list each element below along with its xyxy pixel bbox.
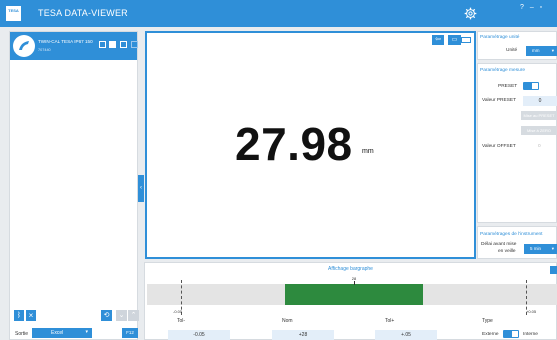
gear-icon[interactable]	[464, 7, 477, 20]
type-external-label: Externe	[482, 332, 499, 337]
type-label: Type	[482, 318, 493, 324]
bargraph-fill	[285, 284, 423, 305]
nom-label: Nom	[282, 318, 293, 324]
offset-label: Valeur OFFSET	[482, 144, 516, 149]
device-edit-icon[interactable]	[99, 41, 106, 48]
output-label: Sortie	[15, 331, 29, 337]
app-logo: TESA	[6, 6, 21, 21]
window-mode-icon[interactable]: ▭	[448, 35, 461, 45]
exit-fullscreen-icon[interactable]: ⇦	[432, 35, 444, 45]
output-format-value: Excel	[51, 330, 64, 336]
tol-plus-mark: +0.05	[526, 309, 537, 314]
set-preset-button[interactable]: Mise au PRESET	[521, 111, 557, 120]
chevron-down-icon[interactable]: ⌄	[116, 310, 127, 321]
chevron-down-icon: ▾	[85, 329, 88, 335]
measure-section-title: Paramétrage mesure	[480, 68, 526, 73]
bargraph-expand-tab[interactable]	[550, 266, 557, 274]
type-internal-label: Interne	[523, 332, 538, 337]
tol-minus-label: Tol-	[177, 318, 186, 324]
unit-section-title: Paramétrage unité	[480, 35, 520, 40]
chevron-down-icon: ▾	[551, 48, 554, 53]
sleep-delay-value: 5 min	[530, 246, 542, 251]
bluetooth-icon[interactable]: ᛒ	[14, 310, 24, 321]
unit-select-value: mm	[532, 48, 540, 53]
preset-toggle[interactable]	[523, 82, 539, 90]
device-remove-icon[interactable]	[131, 41, 138, 48]
measurement-value: 27.98	[235, 118, 353, 170]
collapse-panel-tab[interactable]: ‹	[138, 175, 144, 202]
unit-select[interactable]: mm ▾	[526, 46, 557, 56]
type-toggle[interactable]	[503, 330, 519, 338]
app-title: TESA DATA-VIEWER	[38, 8, 128, 18]
bargraph-title: Affichage bargraphe	[328, 266, 373, 272]
unit-label: Unité	[506, 48, 518, 53]
device-serial: 707440	[38, 48, 51, 52]
output-format-select[interactable]: Excel ▾	[32, 328, 92, 338]
sleep-label-line2: en veille	[498, 249, 516, 254]
bargraph-value-marker	[354, 281, 355, 285]
close-icon[interactable]: ×	[26, 310, 36, 321]
tol-plus-label: Tol+	[385, 318, 395, 324]
device-name: TWIN-CAL TESA IP67 150	[38, 39, 93, 44]
tol-plus-input[interactable]: +.05	[375, 330, 437, 340]
window-controls[interactable]: ? – ▫	[520, 4, 544, 11]
device-list-panel	[9, 31, 138, 340]
preset-label: PRESET	[498, 84, 518, 89]
preset-value-label: Valeur PRESET	[482, 98, 517, 103]
sleep-label-line1: Délai avant mise	[481, 242, 517, 247]
chevron-down-icon: ▾	[551, 246, 554, 251]
display-toggle[interactable]	[461, 37, 471, 43]
tol-minus-input[interactable]: -0.05	[168, 330, 230, 340]
output-key-button[interactable]: F12	[122, 328, 138, 338]
tol-minus-mark: -0.05	[173, 309, 183, 314]
preset-value-input[interactable]: 0	[523, 96, 557, 106]
nom-input[interactable]: +28	[272, 330, 334, 340]
measurement-unit: mm	[362, 148, 374, 155]
device-save-icon[interactable]	[109, 41, 116, 48]
caliper-icon	[13, 35, 35, 57]
sync-icon[interactable]: ⟲	[101, 310, 112, 321]
set-zero-button[interactable]: Mise à ZERO	[521, 126, 557, 135]
bargraph-value-label: 28	[351, 276, 357, 281]
offset-value[interactable]: 0	[538, 144, 541, 149]
chevron-up-icon[interactable]: ⌃	[128, 310, 139, 321]
sleep-delay-select[interactable]: 5 min ▾	[524, 244, 557, 254]
device-export-icon[interactable]	[120, 41, 127, 48]
instrument-section-title: Paramétrages de l'instrument	[480, 232, 543, 237]
